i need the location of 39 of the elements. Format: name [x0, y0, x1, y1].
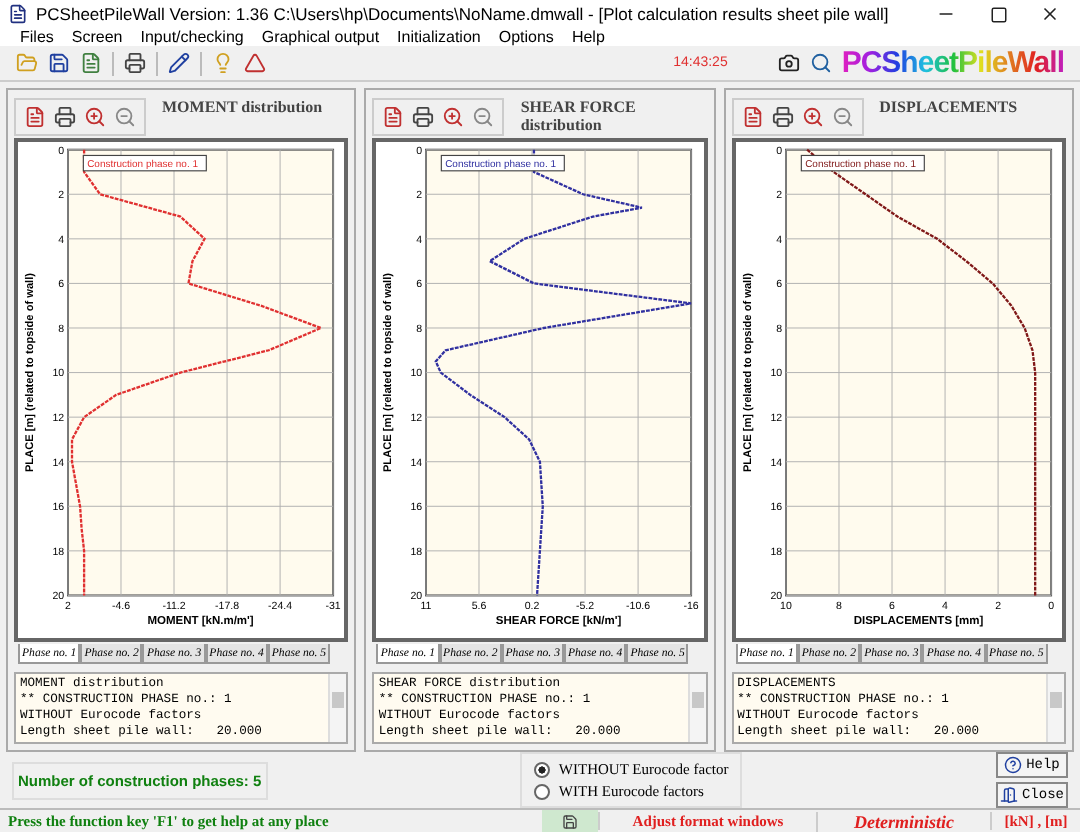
- scrollbar[interactable]: [328, 674, 347, 742]
- printer-icon[interactable]: [771, 105, 794, 128]
- export-icon[interactable]: [24, 105, 46, 128]
- export-icon[interactable]: [741, 105, 764, 128]
- save-icon[interactable]: [48, 52, 70, 75]
- window-title: PCSheetPileWall Version: 1.36 C:\Users\hp\Documents\NoName.dmwall - [Plot calculation results sheet pile wall]: [36, 4, 891, 24]
- close-icon: [1040, 4, 1060, 24]
- menu-item[interactable]: Screen: [71, 28, 123, 47]
- zoom-out-icon[interactable]: [114, 105, 136, 128]
- app-icon: [8, 4, 28, 24]
- menu-item[interactable]: Files: [20, 28, 54, 47]
- panel-title: SHEAR FORCE distribution: [520, 98, 638, 135]
- zoom-out-icon[interactable]: [472, 105, 495, 128]
- printer-icon[interactable]: [124, 52, 146, 75]
- pencil-icon[interactable]: [168, 52, 190, 75]
- scrollbar[interactable]: [687, 674, 706, 742]
- help-icon: [1004, 756, 1023, 774]
- triangle-icon[interactable]: [244, 52, 266, 75]
- printer-icon[interactable]: [54, 105, 76, 128]
- zoom-in-icon[interactable]: [442, 105, 465, 128]
- menu-item[interactable]: Help: [571, 28, 605, 47]
- menu-item[interactable]: Graphical output: [261, 28, 380, 47]
- maximize-icon: [989, 5, 1007, 23]
- document-icon[interactable]: [80, 52, 102, 75]
- menu-item[interactable]: Initialization: [397, 28, 481, 47]
- search-icon[interactable]: [809, 52, 832, 75]
- menu-item[interactable]: Options: [498, 28, 554, 47]
- panel-title: MOMENT distribution: [162, 98, 323, 117]
- camera-icon[interactable]: [777, 52, 800, 75]
- zoom-out-icon[interactable]: [831, 105, 854, 128]
- printer-icon[interactable]: [412, 105, 435, 128]
- panel-title: DISPLACEMENTS: [879, 98, 1018, 117]
- export-icon[interactable]: [382, 105, 405, 128]
- status-mode: Deterministic: [816, 811, 990, 831]
- door-icon: [999, 786, 1018, 804]
- menu-item[interactable]: Input/checking: [140, 28, 244, 47]
- zoom-in-icon[interactable]: [801, 105, 824, 128]
- zoom-in-icon[interactable]: [84, 105, 106, 128]
- scrollbar[interactable]: [1045, 674, 1064, 742]
